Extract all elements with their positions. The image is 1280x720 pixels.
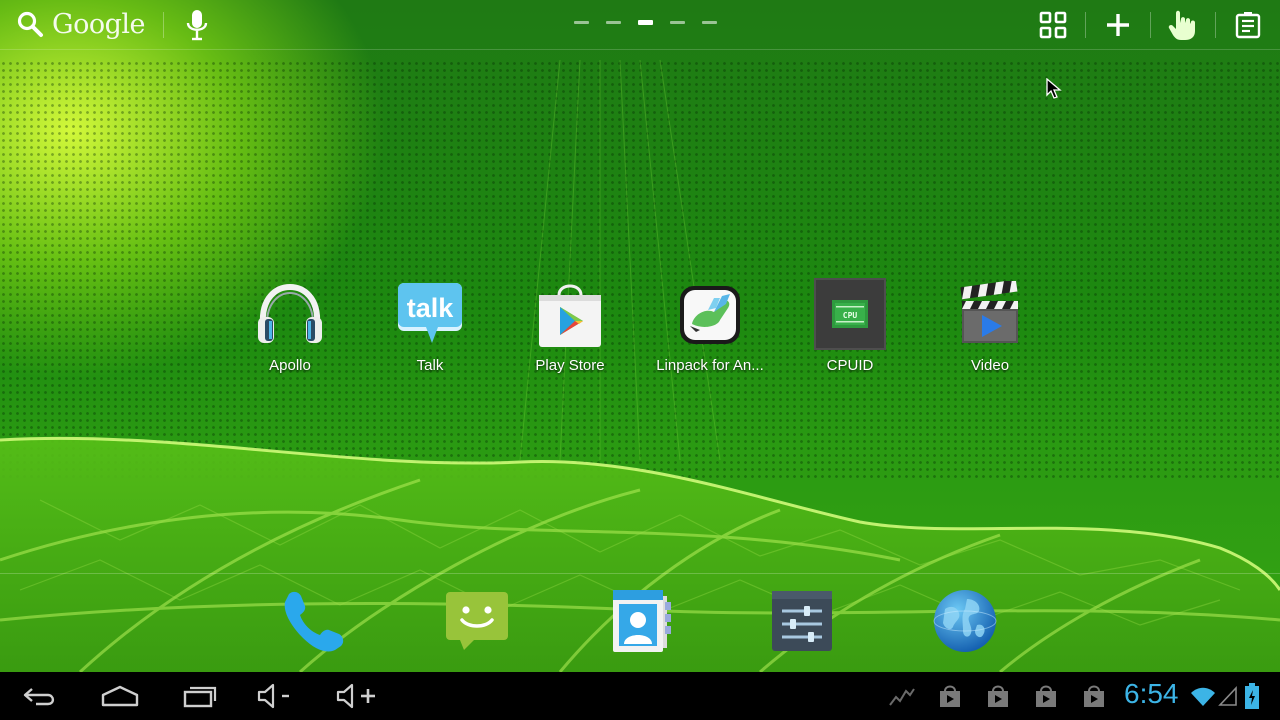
shopping-bag-icon — [940, 685, 960, 707]
google-search-bar[interactable]: Google — [16, 6, 145, 42]
page-dot — [670, 21, 685, 24]
app-label: Apollo — [269, 357, 311, 374]
messaging-icon — [446, 592, 508, 650]
top-bar: Google — [0, 0, 1280, 50]
grid-icon — [1039, 11, 1067, 39]
status-clock[interactable]: 6:54 — [1124, 678, 1179, 710]
home-button[interactable] — [98, 680, 142, 712]
gesture-button[interactable] — [1165, 8, 1199, 42]
recent-apps-icon — [183, 686, 217, 708]
store-notification[interactable] — [1033, 680, 1059, 712]
mouse-cursor-icon — [1046, 78, 1062, 99]
notes-button[interactable] — [1231, 8, 1265, 42]
page-indicator — [574, 20, 717, 25]
app-label: Linpack for An... — [656, 357, 764, 374]
browser-globe-icon — [933, 590, 997, 652]
settings-icon — [772, 591, 832, 651]
app-label: Video — [970, 357, 1010, 374]
app-label: CPUID — [826, 357, 874, 374]
back-button[interactable] — [20, 680, 60, 712]
page-dot-active — [638, 20, 653, 25]
activity-graph-notification[interactable] — [888, 680, 916, 712]
volume-down-icon — [257, 683, 289, 709]
home-icon — [101, 685, 139, 707]
svg-text:CPU: CPU — [843, 311, 858, 320]
page-dot — [574, 21, 589, 24]
app-label: Play Store — [535, 357, 605, 374]
notepad-icon — [1235, 12, 1261, 39]
system-navigation-bar: 6:54 — [0, 672, 1280, 720]
dock-contacts[interactable] — [605, 586, 675, 656]
volume-up-icon — [336, 683, 375, 709]
all-apps-button[interactable] — [1036, 8, 1070, 42]
back-arrow-icon — [23, 688, 55, 706]
shopping-bag-icon — [1084, 685, 1104, 707]
svg-text:talk: talk — [407, 293, 455, 323]
shopping-bag-icon — [1036, 685, 1056, 707]
divider — [163, 12, 164, 38]
cpuid-icon: CPU — [814, 278, 886, 350]
voice-search-button[interactable] — [184, 8, 210, 42]
dock-settings[interactable] — [767, 586, 837, 656]
wifi-indicator — [1190, 680, 1216, 712]
video-clapper-icon — [960, 281, 1018, 343]
microphone-icon — [186, 10, 208, 41]
add-widget-button[interactable] — [1101, 8, 1135, 42]
phone-icon — [284, 591, 344, 652]
recent-apps-button[interactable] — [180, 680, 220, 712]
divider — [1150, 12, 1151, 38]
app-linpack[interactable]: Linpack for An... — [640, 278, 780, 374]
play-store-icon — [539, 284, 601, 347]
plus-icon — [1107, 14, 1129, 36]
activity-graph-icon — [889, 688, 915, 706]
hand-pointer-icon — [1168, 10, 1195, 40]
divider — [1085, 12, 1086, 38]
volume-up-button[interactable] — [335, 680, 383, 712]
dock-phone[interactable] — [279, 586, 349, 656]
store-notification[interactable] — [1081, 680, 1107, 712]
app-video[interactable]: Video — [920, 278, 1060, 374]
app-talk[interactable]: talk Talk — [360, 278, 500, 374]
battery-charging-icon — [1245, 683, 1259, 709]
no-signal-icon — [1218, 685, 1237, 706]
page-dot — [702, 21, 717, 24]
linpack-icon — [680, 286, 740, 344]
shopping-bag-icon — [988, 685, 1008, 707]
search-label: Google — [52, 8, 145, 40]
volume-down-button[interactable] — [256, 680, 296, 712]
search-icon — [17, 11, 43, 37]
signal-indicator — [1218, 680, 1238, 712]
app-cpuid[interactable]: CPU CPUID — [780, 278, 920, 374]
contacts-icon — [613, 590, 671, 652]
dock-browser[interactable] — [930, 586, 1000, 656]
page-dot — [606, 21, 621, 24]
battery-indicator — [1244, 680, 1260, 712]
dock-messaging[interactable] — [442, 586, 512, 656]
dock-divider — [0, 573, 1280, 574]
divider — [1215, 12, 1216, 38]
talk-icon: talk — [398, 283, 462, 343]
app-play-store[interactable]: Play Store — [500, 278, 640, 374]
store-notification[interactable] — [985, 680, 1011, 712]
store-notification[interactable] — [937, 680, 963, 712]
app-apollo[interactable]: Apollo — [220, 278, 360, 374]
apollo-headphones-icon — [258, 283, 322, 343]
wifi-icon — [1191, 687, 1215, 706]
app-label: Talk — [416, 357, 444, 374]
wallpaper-halftone — [0, 60, 1280, 480]
